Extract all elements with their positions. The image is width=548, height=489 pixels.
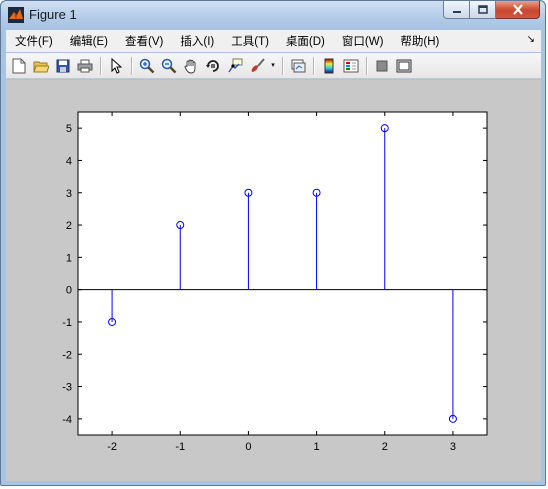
toolbar-separator bbox=[131, 56, 132, 75]
y-tick-label: 3 bbox=[66, 188, 72, 200]
y-tick-label: -1 bbox=[62, 317, 72, 329]
data-cursor-icon[interactable] bbox=[225, 56, 245, 76]
toolbar-separator bbox=[313, 56, 314, 75]
axes-background bbox=[78, 112, 487, 435]
menu-file[interactable]: 文件(F) bbox=[6, 33, 61, 49]
close-icon bbox=[512, 4, 523, 15]
y-tick-label: 5 bbox=[66, 123, 72, 135]
dock-arrow-icon[interactable]: ↘ bbox=[527, 34, 535, 45]
menu-insert[interactable]: 插入(I) bbox=[171, 33, 222, 49]
hide-plot-tools-icon[interactable] bbox=[372, 56, 392, 76]
window-controls bbox=[443, 1, 540, 21]
maximize-icon bbox=[477, 5, 488, 14]
legend-icon[interactable] bbox=[341, 56, 361, 76]
window-title: Figure 1 bbox=[29, 7, 77, 22]
menu-help[interactable]: 帮助(H) bbox=[391, 33, 447, 49]
minimize-button[interactable] bbox=[443, 1, 470, 19]
save-icon[interactable] bbox=[53, 56, 73, 76]
brush-icon[interactable] bbox=[247, 56, 267, 76]
zoom-out-icon[interactable] bbox=[159, 56, 179, 76]
toolbar-separator bbox=[366, 56, 367, 75]
menu-window[interactable]: 窗口(W) bbox=[333, 33, 392, 49]
show-plot-tools-icon[interactable] bbox=[394, 56, 414, 76]
rotate-3d-icon[interactable] bbox=[203, 56, 223, 76]
title-bar[interactable]: Figure 1 bbox=[1, 1, 545, 29]
menu-edit[interactable]: 编辑(E) bbox=[61, 33, 116, 49]
x-tick-label: 3 bbox=[450, 441, 456, 453]
menu-desktop[interactable]: 桌面(D) bbox=[277, 33, 333, 49]
minimize-icon bbox=[452, 10, 461, 13]
y-tick-label: -2 bbox=[62, 349, 72, 361]
new-figure-icon[interactable] bbox=[9, 56, 29, 76]
y-tick-label: 4 bbox=[66, 155, 72, 167]
figure-toolbar: ▾ bbox=[6, 53, 541, 79]
y-tick-label: -3 bbox=[62, 382, 72, 394]
menu-view[interactable]: 查看(V) bbox=[116, 33, 171, 49]
figure-window: Figure 1 文件(F) 编辑(E) 查看(V) 插入(I) 工具(T) 桌… bbox=[0, 0, 546, 486]
plot-axes[interactable]: -2 -1 0 1 2 3 -4 -3 -2 -1 0 1 2 3 4 5 bbox=[6, 80, 541, 481]
brush-dropdown-icon[interactable]: ▾ bbox=[269, 56, 277, 76]
colorbar-icon[interactable] bbox=[319, 56, 339, 76]
x-tick-label: -2 bbox=[107, 441, 117, 453]
y-tick-label: 2 bbox=[66, 220, 72, 232]
link-plot-icon[interactable] bbox=[288, 56, 308, 76]
x-tick-label: 0 bbox=[245, 441, 251, 453]
zoom-in-icon[interactable] bbox=[137, 56, 157, 76]
toolbar-separator bbox=[282, 56, 283, 75]
select-arrow-icon[interactable] bbox=[106, 56, 126, 76]
menu-bar: 文件(F) 编辑(E) 查看(V) 插入(I) 工具(T) 桌面(D) 窗口(W… bbox=[6, 30, 541, 52]
figure-canvas: -2 -1 0 1 2 3 -4 -3 -2 -1 0 1 2 3 4 5 bbox=[6, 80, 541, 481]
y-tick-label: 0 bbox=[66, 285, 72, 297]
maximize-button[interactable] bbox=[470, 1, 496, 19]
print-icon[interactable] bbox=[75, 56, 95, 76]
y-tick-label: 1 bbox=[66, 252, 72, 264]
toolbar-separator bbox=[100, 56, 101, 75]
x-tick-label: 2 bbox=[382, 441, 388, 453]
open-file-icon[interactable] bbox=[31, 56, 51, 76]
matlab-icon[interactable] bbox=[8, 7, 24, 23]
pan-hand-icon[interactable] bbox=[181, 56, 201, 76]
menu-tools[interactable]: 工具(T) bbox=[222, 33, 277, 49]
y-tick-label: -4 bbox=[62, 414, 72, 426]
x-tick-label: 1 bbox=[314, 441, 320, 453]
close-button[interactable] bbox=[496, 1, 540, 19]
x-tick-label: -1 bbox=[175, 441, 185, 453]
